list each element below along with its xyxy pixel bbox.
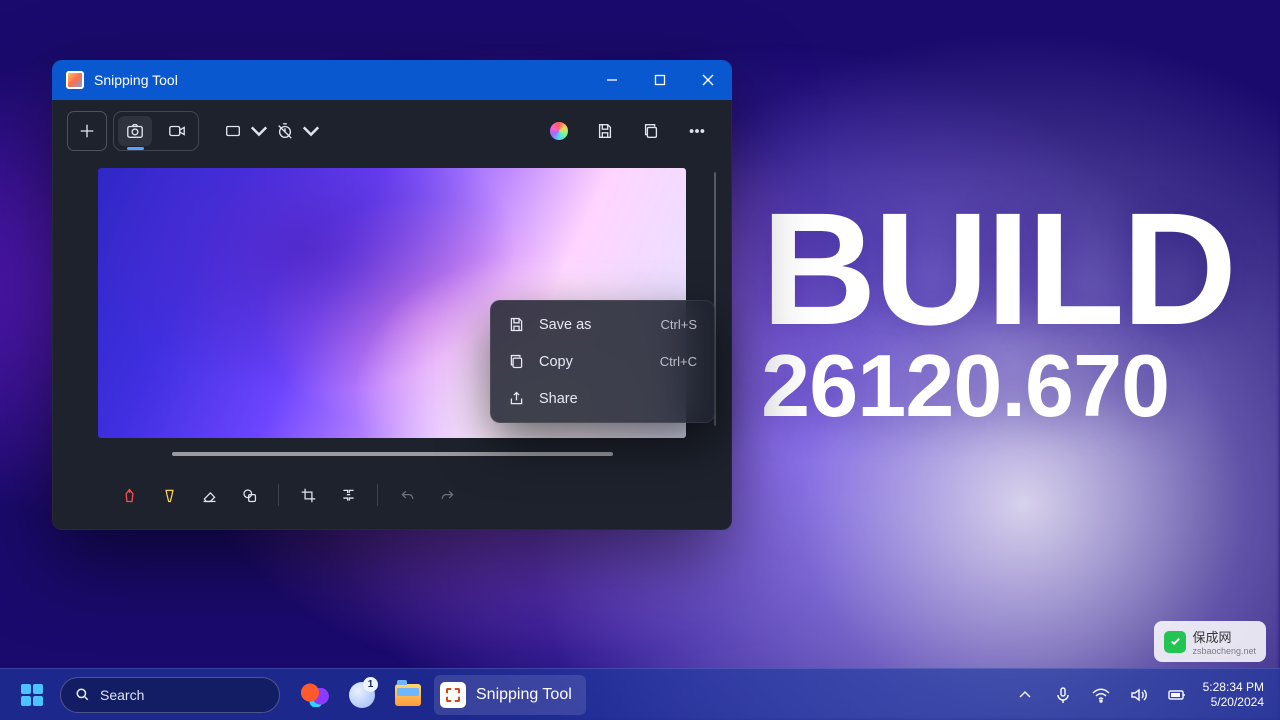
horizontal-scrollbar[interactable] (172, 452, 613, 456)
menu-shortcut: Ctrl+C (660, 354, 697, 369)
build-line1: BUILD (761, 195, 1234, 342)
taskbar-copilot[interactable] (296, 675, 336, 715)
chevron-down-icon (250, 122, 268, 140)
save-icon (508, 316, 525, 333)
top-toolbar (52, 100, 732, 162)
window-title: Snipping Tool (94, 72, 178, 88)
text-extract-button[interactable] (331, 478, 365, 512)
search-icon (75, 687, 90, 702)
windows-logo-icon (21, 684, 43, 706)
delay-dropdown[interactable] (276, 112, 320, 150)
camera-icon (126, 122, 144, 140)
undo-icon (399, 487, 416, 504)
eraser-tool-button[interactable] (192, 478, 226, 512)
taskbar-widgets[interactable]: 1 (342, 675, 382, 715)
titlebar[interactable]: Snipping Tool (52, 60, 732, 100)
divider (278, 484, 279, 506)
snipping-tool-icon (440, 682, 466, 708)
taskbar-app-snipping-tool[interactable]: Snipping Tool (434, 675, 586, 715)
search-placeholder: Search (100, 687, 144, 703)
copy-icon (642, 122, 660, 140)
palette-icon (550, 122, 568, 140)
more-menu-button[interactable] (678, 112, 716, 150)
snipping-tool-window: Snipping Tool (52, 60, 732, 530)
copilot-icon (301, 683, 331, 707)
menu-shortcut: Ctrl+S (661, 317, 697, 332)
context-menu-share[interactable]: Share (496, 380, 709, 417)
tray-wifi[interactable] (1089, 675, 1113, 715)
start-button[interactable] (12, 675, 52, 715)
tray-overflow[interactable] (1013, 675, 1037, 715)
bottom-toolbar (52, 466, 732, 530)
snip-shape-dropdown[interactable] (224, 112, 268, 150)
pen-tool-button[interactable] (112, 478, 146, 512)
text-actions-icon (340, 487, 357, 504)
taskbar-search[interactable]: Search (60, 677, 280, 713)
watermark-sub: zsbaocheng.net (1192, 646, 1256, 656)
new-snip-button[interactable] (68, 112, 106, 150)
divider (377, 484, 378, 506)
minimize-button[interactable] (588, 60, 636, 100)
close-button[interactable] (684, 60, 732, 100)
app-icon (66, 71, 84, 89)
video-mode-button[interactable] (160, 116, 194, 146)
timer-off-icon (276, 122, 294, 140)
redo-button[interactable] (430, 478, 464, 512)
copy-button[interactable] (632, 112, 670, 150)
pen-icon (121, 487, 138, 504)
more-icon (688, 122, 706, 140)
context-menu-save-as[interactable]: Save as Ctrl+S (496, 306, 709, 343)
taskbar-app-label: Snipping Tool (476, 686, 572, 704)
shapes-tool-button[interactable] (232, 478, 266, 512)
tray-microphone[interactable] (1051, 675, 1075, 715)
menu-label: Save as (539, 317, 591, 333)
photo-mode-button[interactable] (118, 116, 152, 146)
build-caption: BUILD 26120.670 (761, 195, 1234, 427)
highlighter-icon (161, 487, 178, 504)
volume-icon (1129, 685, 1149, 705)
redo-icon (439, 487, 456, 504)
crop-tool-button[interactable] (291, 478, 325, 512)
save-icon (596, 122, 614, 140)
wifi-icon (1091, 685, 1111, 705)
eraser-icon (201, 487, 218, 504)
taskbar-clock[interactable]: 5:28:34 PM 5/20/2024 (1203, 680, 1264, 710)
capture-mode-segment (114, 112, 198, 150)
copy-icon (508, 353, 525, 370)
clock-time: 5:28:34 PM (1203, 680, 1264, 695)
menu-label: Share (539, 391, 578, 407)
taskbar-explorer[interactable] (388, 675, 428, 715)
plus-icon (78, 122, 96, 140)
context-menu: Save as Ctrl+S Copy Ctrl+C Share (490, 300, 715, 423)
chevron-down-icon (302, 122, 320, 140)
edit-in-paint-button[interactable] (540, 112, 578, 150)
watermark-badge: 保成网 zsbaocheng.net (1154, 621, 1266, 662)
battery-icon (1167, 685, 1187, 705)
crop-icon (300, 487, 317, 504)
shapes-icon (241, 487, 258, 504)
tray-battery[interactable] (1165, 675, 1189, 715)
shield-icon (1164, 631, 1186, 653)
build-line2: 26120.670 (761, 346, 1234, 427)
rectangle-icon (224, 122, 242, 140)
watermark-brand: 保成网 (1192, 627, 1256, 646)
menu-label: Copy (539, 354, 573, 370)
highlighter-tool-button[interactable] (152, 478, 186, 512)
share-icon (508, 390, 525, 407)
save-button[interactable] (586, 112, 624, 150)
microphone-icon (1053, 685, 1073, 705)
undo-button[interactable] (390, 478, 424, 512)
widget-badge: 1 (363, 677, 378, 692)
maximize-button[interactable] (636, 60, 684, 100)
tray-volume[interactable] (1127, 675, 1151, 715)
taskbar: Search 1 Snipping Tool 5:28:3 (0, 668, 1280, 720)
context-menu-copy[interactable]: Copy Ctrl+C (496, 343, 709, 380)
explorer-icon (395, 684, 421, 706)
clock-date: 5/20/2024 (1203, 695, 1264, 710)
chevron-up-icon (1015, 685, 1035, 705)
video-icon (168, 122, 186, 140)
